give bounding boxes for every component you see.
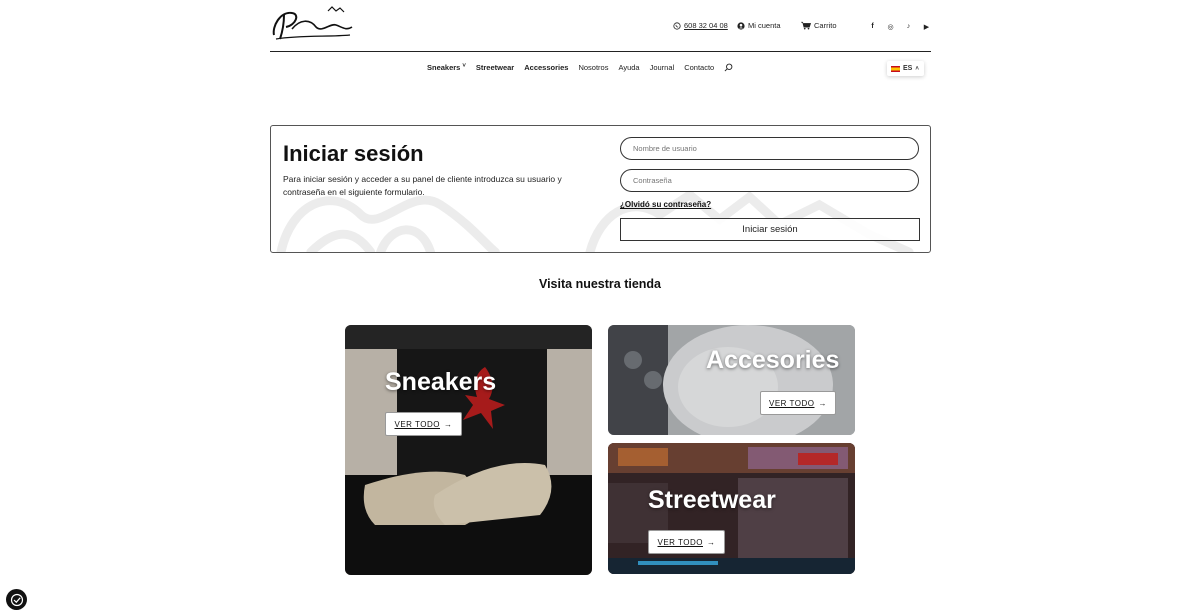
nav-item-nosotros[interactable]: Nosotros — [578, 63, 608, 72]
streetwear-category-card[interactable]: Streetwear VER TODO → — [608, 443, 855, 574]
nav-item-streetwear[interactable]: Streetwear — [476, 63, 514, 72]
nav-item-contacto[interactable]: Contacto — [684, 63, 714, 72]
arrow-right-icon: → — [444, 419, 453, 429]
youtube-icon[interactable]: ▶ — [922, 22, 931, 31]
cta-label: VER TODO — [394, 419, 440, 429]
sneakers-card-title: Sneakers — [385, 368, 497, 396]
user-icon — [737, 21, 745, 30]
chevron-down-icon: ˅ — [462, 63, 466, 69]
accesories-view-all-button[interactable]: VER TODO → — [760, 391, 836, 415]
accesories-card-title: Accesories — [706, 346, 840, 374]
login-title: Iniciar sesión — [283, 141, 424, 166]
cta-label: VER TODO — [769, 398, 815, 408]
cart-label: Carrito — [814, 21, 837, 30]
main-nav: Sneakers ˅ Streetwear Accessories Nosotro… — [427, 63, 733, 72]
login-description: Para iniciar sesión y acceder a su panel… — [283, 174, 562, 197]
tiktok-icon[interactable]: ♪ — [904, 22, 913, 31]
cookie-settings-button[interactable] — [6, 589, 27, 610]
social-links: f ◎ ♪ ▶ — [868, 22, 931, 31]
cta-label: VER TODO — [657, 537, 703, 547]
brand-logo[interactable] — [270, 5, 354, 43]
spain-flag-icon — [891, 65, 900, 72]
phone-number: 608 32 04 08 — [684, 21, 728, 30]
arrow-right-icon: → — [818, 398, 827, 408]
instagram-icon[interactable]: ◎ — [886, 22, 895, 31]
login-panel: Iniciar sesión Para iniciar sesión y acc… — [270, 125, 931, 253]
site-header: 608 32 04 08 Mi cuenta Carrito f ◎ ♪ ▶ — [270, 0, 931, 52]
forgot-password-link[interactable]: ¿Olvidó su contraseña? — [620, 200, 711, 209]
nav-item-journal[interactable]: Journal — [650, 63, 675, 72]
arrow-right-icon: → — [707, 537, 716, 547]
nav-label: Sneakers — [427, 63, 461, 72]
cart-icon — [801, 21, 811, 30]
password-input[interactable] — [620, 169, 919, 192]
sneakers-view-all-button[interactable]: VER TODO → — [385, 412, 462, 436]
search-icon[interactable] — [724, 63, 733, 72]
accesories-category-card[interactable]: Accesories VER TODO → — [608, 325, 855, 435]
facebook-icon[interactable]: f — [868, 22, 877, 31]
sneakers-category-card[interactable]: Sneakers VER TODO → — [345, 325, 592, 575]
streetwear-card-title: Streetwear — [648, 486, 776, 514]
whatsapp-icon — [673, 21, 681, 30]
account-label: Mi cuenta — [748, 21, 781, 30]
streetwear-view-all-button[interactable]: VER TODO → — [648, 530, 725, 554]
account-link[interactable]: Mi cuenta — [737, 21, 781, 30]
username-input[interactable] — [620, 137, 919, 160]
cart-link[interactable]: Carrito — [801, 21, 837, 30]
phone-link[interactable]: 608 32 04 08 — [673, 21, 728, 30]
store-section-title: Visita nuestra tienda — [538, 277, 662, 291]
chevron-up-icon: ˄ — [915, 65, 919, 72]
cookie-consent-icon — [10, 593, 23, 606]
accesories-photo — [608, 325, 855, 435]
sneakers-photo — [345, 325, 592, 575]
login-submit-button[interactable]: Iniciar sesión — [620, 218, 920, 241]
nav-item-accessories[interactable]: Accessories — [524, 63, 568, 72]
nav-item-ayuda[interactable]: Ayuda — [618, 63, 639, 72]
nav-item-sneakers[interactable]: Sneakers ˅ — [427, 63, 466, 72]
language-code: ES — [903, 65, 913, 72]
language-selector[interactable]: ES ˄ — [887, 61, 924, 76]
